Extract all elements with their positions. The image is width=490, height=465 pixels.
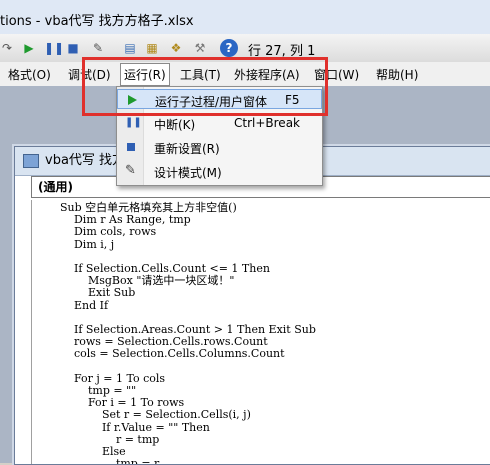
menu-item-break[interactable]: ❚❚ 中断(K) Ctrl+Break <box>117 113 322 133</box>
project-explorer-icon[interactable]: ▤ <box>122 39 138 57</box>
stop-icon <box>127 143 135 151</box>
code-window: vba代写 找方 (通用) Sub 空白单元格填充其上方非空值() Dim r … <box>14 146 490 465</box>
run-icon[interactable]: ▶ <box>22 39 36 57</box>
menu-item-label: 设计模式(M) <box>154 166 222 180</box>
menu-item-label: 重新设置(R) <box>154 142 220 156</box>
object-browser-icon[interactable]: ❖ <box>168 39 184 57</box>
pause-icon[interactable]: ❚❚ <box>44 39 64 57</box>
toolbox-icon[interactable]: ⚒ <box>192 39 208 57</box>
code-editor[interactable]: Sub 空白单元格填充其上方非空值() Dim r As Range, tmp … <box>31 200 490 464</box>
menu-item-label: 中断(K) <box>154 118 196 132</box>
menu-help[interactable]: 帮助(H) <box>376 66 418 83</box>
code-window-title: vba代写 找方 <box>45 153 126 168</box>
window-title: tions - vba代写 找方方格子.xlsx <box>0 14 194 29</box>
design-mode-icon[interactable]: ✎ <box>90 39 106 57</box>
title-bar: tions - vba代写 找方方格子.xlsx <box>0 0 490 35</box>
design-mode-icon: ✎ <box>125 163 136 178</box>
properties-icon[interactable]: ▦ <box>144 39 160 57</box>
menu-item-reset[interactable]: 重新设置(R) <box>117 137 322 157</box>
module-icon <box>23 154 39 168</box>
redo-icon[interactable]: ↷ <box>2 39 12 57</box>
highlight-box <box>82 57 328 116</box>
pause-icon: ❚❚ <box>125 117 142 128</box>
menu-item-design-mode[interactable]: ✎ 设计模式(M) <box>117 161 322 181</box>
menu-item-shortcut: Ctrl+Break <box>234 116 300 130</box>
stop-icon[interactable]: ■ <box>66 39 80 57</box>
help-icon[interactable]: ? <box>220 39 238 57</box>
menu-format[interactable]: 格式(O) <box>8 66 51 83</box>
